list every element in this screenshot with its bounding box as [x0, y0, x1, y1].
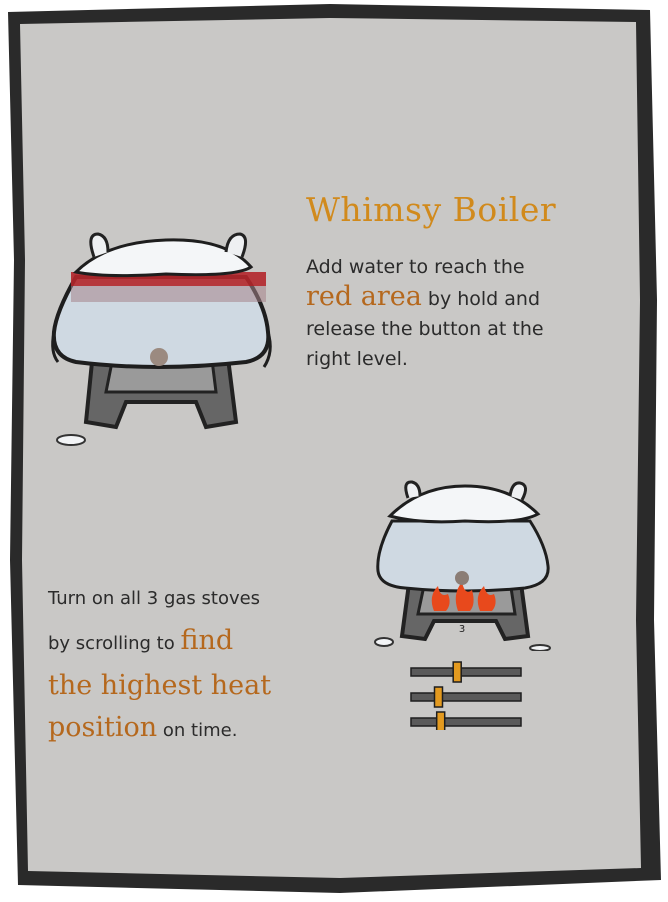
- instruction1-line2: red area by hold and: [306, 282, 636, 314]
- instruction2-line2: by scrolling to find: [48, 620, 348, 665]
- instruction2-highlight-find: find: [180, 625, 234, 656]
- instruction2-line4-rest: on time.: [157, 720, 238, 741]
- heat-slider-knob[interactable]: [452, 661, 462, 683]
- instruction-gas-stoves: Turn on all 3 gas stoves by scrolling to…: [48, 578, 348, 752]
- instruction1-line4: right level.: [306, 348, 408, 370]
- heat-slider-group: [410, 661, 522, 730]
- boiler-pot-illustration: [51, 232, 272, 446]
- heat-slider-knob[interactable]: [435, 711, 446, 730]
- instruction-fill-water: Add water to reach the red area by hold …: [306, 252, 636, 374]
- instruction1-line1: Add water to reach the: [306, 256, 525, 278]
- instruction2-line4: position on time.: [48, 707, 348, 752]
- stove-count-label: 3: [459, 624, 465, 635]
- game-title: Whimsy Boiler: [306, 190, 557, 229]
- heat-slider-track[interactable]: [410, 667, 522, 677]
- heat-slider-track[interactable]: [410, 692, 522, 702]
- instruction2-line2-pre: by scrolling to: [48, 633, 181, 654]
- instruction2-highlight-heat: the highest heat: [48, 670, 272, 701]
- instruction-card: Whimsy Boiler Add water to reach the red…: [0, 0, 668, 902]
- instruction1-highlight: red area: [306, 281, 422, 312]
- instruction2-highlight-position: position: [48, 712, 158, 743]
- stove-pot-illustration: 3: [374, 480, 551, 651]
- instruction1-line3: release the button at the: [306, 318, 544, 340]
- heat-slider-knob[interactable]: [433, 686, 444, 708]
- instruction2-line1: Turn on all 3 gas stoves: [48, 588, 261, 609]
- heat-slider-track[interactable]: [410, 717, 522, 727]
- instruction1-line2-rest: by hold and: [421, 288, 541, 310]
